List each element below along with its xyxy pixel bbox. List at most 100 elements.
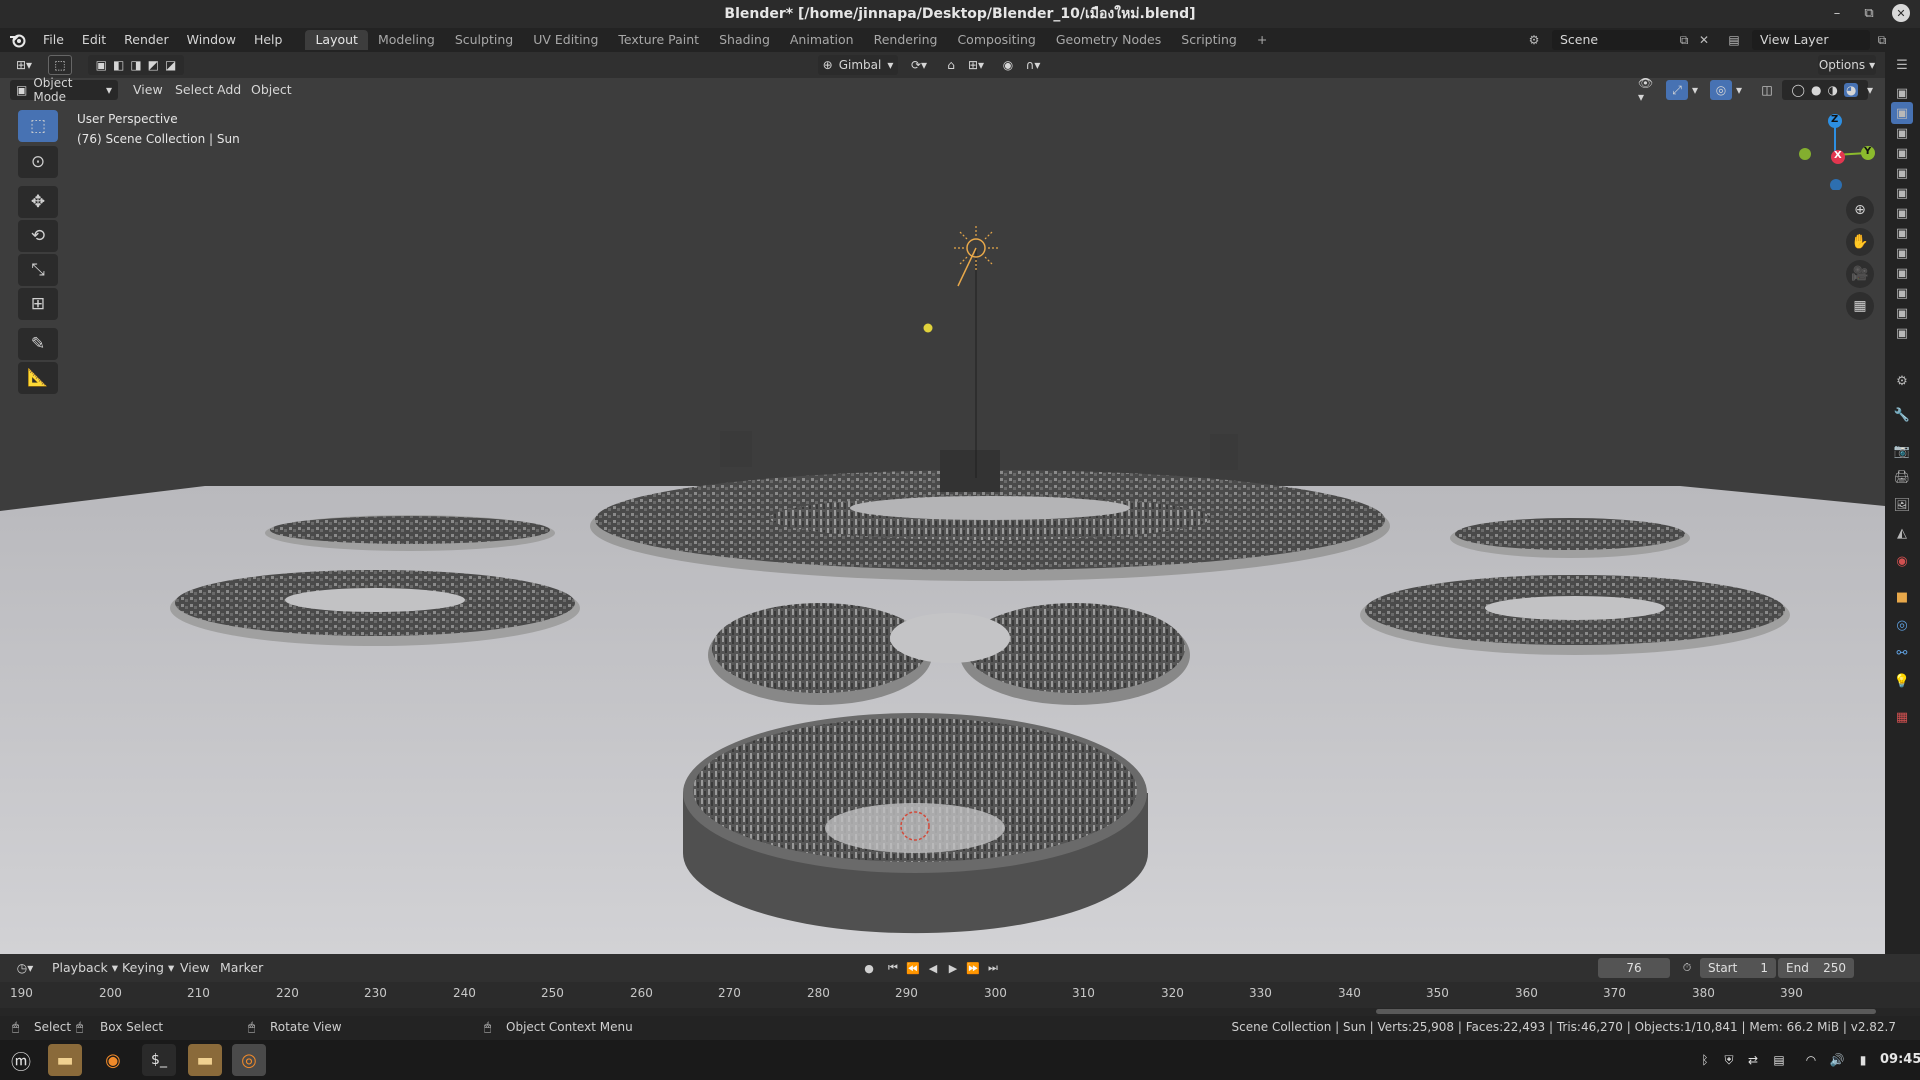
light-data-properties-icon[interactable]: 💡	[1891, 670, 1913, 692]
scene-name-field[interactable]: Scene	[1552, 30, 1682, 50]
terminal-icon[interactable]: $_	[142, 1044, 176, 1076]
transform-tool-icon[interactable]: ⊞	[18, 288, 58, 320]
tab-shading[interactable]: Shading	[709, 30, 780, 50]
ortho-toggle-icon[interactable]: ▦	[1846, 292, 1874, 320]
camera-icon[interactable]: ▣	[1891, 322, 1913, 344]
stopwatch-icon[interactable]: ⏱	[1678, 959, 1696, 977]
3d-viewport[interactable]: User Perspective (76) Scene Collection |…	[0, 78, 1885, 954]
marker-menu[interactable]: Marker	[214, 958, 269, 978]
camera-icon[interactable]: ▣	[1891, 102, 1913, 124]
camera-icon[interactable]: ▣	[1891, 82, 1913, 104]
shield-icon[interactable]: ⛨	[1720, 1051, 1738, 1069]
battery-icon[interactable]: ▮	[1854, 1051, 1872, 1069]
camera-icon[interactable]: ▣	[1891, 142, 1913, 164]
select-subtract-icon[interactable]: ◨	[130, 58, 141, 72]
tab-uv-editing[interactable]: UV Editing	[523, 30, 608, 50]
camera-icon[interactable]: ▣	[1891, 182, 1913, 204]
camera-view-icon[interactable]: 🎥	[1846, 260, 1874, 288]
blender-taskbar-icon[interactable]: ◎	[232, 1044, 266, 1076]
file-manager-icon[interactable]: ▬	[48, 1044, 82, 1076]
start-frame-field[interactable]: Start 1	[1700, 958, 1776, 978]
camera-icon[interactable]: ▣	[1891, 122, 1913, 144]
timeline-view-menu[interactable]: View	[174, 958, 216, 978]
tab-rendering[interactable]: Rendering	[864, 30, 948, 50]
gizmo-neg-y-icon[interactable]	[1799, 148, 1811, 160]
render-properties-icon[interactable]: 📷	[1891, 440, 1913, 462]
clock[interactable]: 09:45	[1880, 1052, 1920, 1067]
playback-menu[interactable]: Playback ▾	[46, 958, 124, 978]
mode-dropdown[interactable]: ▣ Object Mode ▾	[10, 76, 118, 104]
minimize-icon[interactable]: –	[1828, 4, 1846, 22]
record-icon[interactable]: ●	[860, 959, 878, 977]
select-new-icon[interactable]: ▣	[96, 58, 107, 72]
zoom-view-icon[interactable]: ⊕	[1846, 196, 1874, 224]
timeline-scrollbar[interactable]	[1376, 1009, 1876, 1014]
select-box-tool-icon[interactable]: ⬚	[18, 110, 58, 142]
camera-icon[interactable]: ▣	[1891, 162, 1913, 184]
menu-window[interactable]: Window	[178, 28, 245, 52]
wifi-icon[interactable]: ◠	[1802, 1051, 1820, 1069]
pan-view-icon[interactable]: ✋	[1846, 228, 1874, 256]
properties-editor-icon[interactable]: ⚙	[1891, 370, 1913, 392]
view-layer-field[interactable]: View Layer	[1752, 30, 1870, 50]
network-icon[interactable]: ⇄	[1744, 1051, 1762, 1069]
keying-menu[interactable]: Keying ▾	[116, 958, 180, 978]
tab-compositing[interactable]: Compositing	[947, 30, 1045, 50]
current-frame-field[interactable]: 76	[1598, 958, 1670, 978]
object-menu[interactable]: Object	[245, 80, 298, 100]
texture-properties-icon[interactable]: ▦	[1891, 706, 1913, 728]
camera-icon[interactable]: ▣	[1891, 262, 1913, 284]
jump-end-icon[interactable]: ⏭	[984, 959, 1002, 977]
chevron-down-icon[interactable]: ▾	[1688, 80, 1702, 100]
add-workspace-button[interactable]: +	[1247, 30, 1277, 50]
move-tool-icon[interactable]: ✥	[18, 186, 58, 218]
blender-logo-icon[interactable]	[6, 28, 30, 52]
jump-keyframe-next-icon[interactable]: ⏩	[964, 959, 982, 977]
tab-texture-paint[interactable]: Texture Paint	[608, 30, 709, 50]
restore-icon[interactable]: ⧉	[1860, 4, 1878, 22]
falloff-icon[interactable]: ∩▾	[1018, 55, 1048, 75]
folder-icon[interactable]: ▬	[188, 1044, 222, 1076]
editor-type-icon[interactable]: ⊞▾	[8, 55, 40, 75]
camera-icon[interactable]: ▣	[1891, 222, 1913, 244]
keyboard-layout-flag-icon[interactable]: ▤	[1770, 1051, 1788, 1069]
tab-animation[interactable]: Animation	[780, 30, 864, 50]
gizmo-toggle-icon[interactable]: ⤢	[1666, 80, 1688, 100]
select-invert-icon[interactable]: ◩	[148, 58, 159, 72]
view-layer-selector-icon[interactable]: ▤	[1724, 30, 1744, 50]
physics-properties-icon[interactable]: ◎	[1891, 614, 1913, 636]
new-view-layer-icon[interactable]: ⧉	[1872, 30, 1892, 50]
chevron-down-icon[interactable]: ▾	[1862, 80, 1878, 100]
gizmo-neg-z-icon[interactable]	[1830, 179, 1842, 190]
view-layer-properties-icon[interactable]: 🖼	[1891, 494, 1913, 516]
tab-modeling[interactable]: Modeling	[368, 30, 445, 50]
jump-keyframe-prev-icon[interactable]: ⏪	[904, 959, 922, 977]
tab-layout[interactable]: Layout	[305, 30, 368, 50]
volume-icon[interactable]: 🔊	[1828, 1051, 1846, 1069]
menu-file[interactable]: File	[34, 28, 73, 52]
play-reverse-icon[interactable]: ◀	[924, 959, 942, 977]
select-tool-icon[interactable]: ⬚	[48, 55, 72, 75]
view-menu[interactable]: View	[127, 80, 169, 100]
bluetooth-icon[interactable]: ᛒ	[1696, 1051, 1714, 1069]
start-menu-icon[interactable]: ⓜ	[4, 1044, 38, 1076]
tab-sculpting[interactable]: Sculpting	[445, 30, 523, 50]
close-icon[interactable]: ✕	[1892, 4, 1910, 22]
select-extend-icon[interactable]: ◧	[113, 58, 124, 72]
visibility-icon[interactable]: 👁▾	[1632, 76, 1662, 104]
object-properties-icon[interactable]: ■	[1891, 586, 1913, 608]
camera-icon[interactable]: ▣	[1891, 282, 1913, 304]
menu-edit[interactable]: Edit	[73, 28, 115, 52]
play-icon[interactable]: ▶	[944, 959, 962, 977]
delete-scene-icon[interactable]: ✕	[1694, 30, 1714, 50]
jump-start-icon[interactable]: ⏮	[884, 959, 902, 977]
snap-toggle-icon[interactable]: ⌂	[940, 55, 962, 75]
tool-settings-icon[interactable]: 🔧	[1891, 404, 1913, 426]
transform-orientation-dropdown[interactable]: ⊕ Gimbal ▾	[818, 55, 898, 75]
world-properties-icon[interactable]: ◉	[1891, 550, 1913, 572]
pivot-point-icon[interactable]: ⟳▾	[904, 55, 934, 75]
xray-toggle-icon[interactable]: ◫	[1756, 80, 1778, 100]
add-menu[interactable]: Add	[211, 80, 247, 100]
rendered-shading-icon[interactable]: ◕	[1843, 83, 1859, 97]
wireframe-shading-icon[interactable]: ◯	[1792, 83, 1805, 97]
